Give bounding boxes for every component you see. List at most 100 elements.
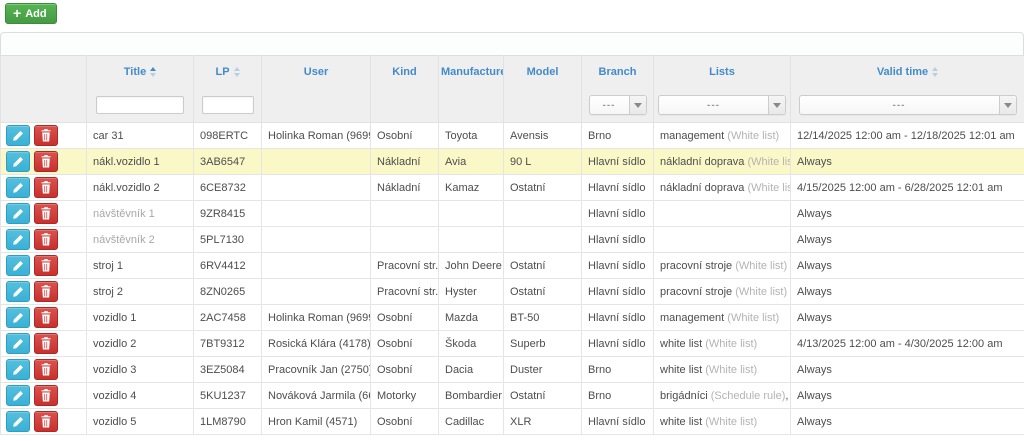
- cell-lp: 1LM8790: [194, 409, 262, 435]
- table-row[interactable]: návštěvník 25PL7130Hlavní sídloAlways: [1, 227, 1024, 253]
- edit-button[interactable]: [6, 307, 30, 328]
- column-label-lp: LP: [215, 66, 229, 78]
- cell-branch: Hlavní sídlo: [582, 409, 654, 435]
- cell-kind: Osobní: [371, 331, 439, 357]
- cell-lists: pracovní stroje (White list): [654, 253, 791, 279]
- cell-actions: [1, 227, 87, 253]
- table-toolbar: [0, 32, 1024, 55]
- cell-lp: 5KU1237: [194, 383, 262, 409]
- cell-kind: Osobní: [371, 357, 439, 383]
- cell-actions: [1, 305, 87, 331]
- delete-button[interactable]: [34, 385, 58, 406]
- cell-user: [262, 149, 371, 175]
- delete-button[interactable]: [34, 359, 58, 380]
- delete-button[interactable]: [34, 151, 58, 172]
- column-header-manufacturer: Manufacturer: [439, 56, 504, 89]
- branch-filter-select[interactable]: ---: [589, 95, 647, 115]
- delete-button[interactable]: [34, 203, 58, 224]
- trash-icon: [40, 155, 52, 168]
- cell-kind: Osobní: [371, 305, 439, 331]
- add-button[interactable]: + Add: [5, 3, 57, 24]
- edit-button[interactable]: [6, 177, 30, 198]
- table-row[interactable]: car 31098ERTCHolinka Roman (9699)OsobníT…: [1, 123, 1024, 149]
- pencil-icon: [12, 390, 24, 402]
- cell-valid_time: Always: [791, 279, 1024, 305]
- cell-manufacturer: Cadillac: [439, 409, 504, 435]
- cell-valid_time: Always: [791, 227, 1024, 253]
- cell-kind: [371, 201, 439, 227]
- table-row[interactable]: vozidlo 45KU1237Nováková Jarmila (66...M…: [1, 383, 1024, 409]
- delete-button[interactable]: [34, 411, 58, 432]
- cell-valid_time: Always: [791, 383, 1024, 409]
- cell-valid_time: Always: [791, 149, 1024, 175]
- delete-button[interactable]: [34, 281, 58, 302]
- delete-button[interactable]: [34, 177, 58, 198]
- cell-kind: Nákladní: [371, 149, 439, 175]
- delete-button[interactable]: [34, 125, 58, 146]
- cell-kind: Motorky: [371, 383, 439, 409]
- delete-button[interactable]: [34, 229, 58, 250]
- table-row[interactable]: vozidlo 51LM8790Hron Kamil (4571)OsobníC…: [1, 409, 1024, 435]
- title-filter-input[interactable]: [96, 96, 184, 114]
- edit-button[interactable]: [6, 333, 30, 354]
- cell-actions: [1, 175, 87, 201]
- cell-user: Holinka Roman (9699): [262, 305, 371, 331]
- delete-button[interactable]: [34, 255, 58, 276]
- cell-branch: Hlavní sídlo: [582, 279, 654, 305]
- cell-branch: Hlavní sídlo: [582, 253, 654, 279]
- column-header-valid_time[interactable]: Valid time: [791, 56, 1024, 89]
- list-name: brigádníci: [660, 390, 708, 402]
- table-row[interactable]: nákl.vozidlo 26CE8732NákladníKamazOstatn…: [1, 175, 1024, 201]
- vehicles-table: TitleLPUserKindManufacturerModelBranchLi…: [0, 55, 1024, 435]
- edit-button[interactable]: [6, 411, 30, 432]
- pencil-icon: [12, 416, 24, 428]
- delete-button[interactable]: [34, 333, 58, 354]
- cell-title: návštěvník 1: [87, 201, 194, 227]
- trash-icon: [40, 389, 52, 402]
- lists-filter-select[interactable]: ---: [658, 95, 786, 115]
- filter-cell-user: [262, 89, 371, 123]
- trash-icon: [40, 233, 52, 246]
- cell-model: XLR: [504, 409, 582, 435]
- valid_time-filter-select[interactable]: ---: [799, 95, 1017, 115]
- edit-button[interactable]: [6, 359, 30, 380]
- edit-button[interactable]: [6, 151, 30, 172]
- table-row[interactable]: návštěvník 19ZR8415Hlavní sídloAlways: [1, 201, 1024, 227]
- edit-button[interactable]: [6, 125, 30, 146]
- table-row[interactable]: stroj 16RV4412Pracovní str...John DeereO…: [1, 253, 1024, 279]
- edit-button[interactable]: [6, 203, 30, 224]
- sort-icon-valid_time: [932, 67, 938, 77]
- cell-user: Holinka Roman (9699): [262, 123, 371, 149]
- cell-manufacturer: John Deere: [439, 253, 504, 279]
- edit-button[interactable]: [6, 281, 30, 302]
- delete-button[interactable]: [34, 307, 58, 328]
- cell-lp: 3EZ5084: [194, 357, 262, 383]
- list-name: nákladní doprava: [660, 182, 744, 194]
- list-type-label: (White list): [744, 156, 790, 168]
- cell-branch: Hlavní sídlo: [582, 331, 654, 357]
- cell-title: vozidlo 1: [87, 305, 194, 331]
- table-row[interactable]: vozidlo 12AC7458Holinka Roman (9699)Osob…: [1, 305, 1024, 331]
- edit-button[interactable]: [6, 255, 30, 276]
- table-row[interactable]: stroj 28ZN0265Pracovní str...HysterOstat…: [1, 279, 1024, 305]
- cell-actions: [1, 331, 87, 357]
- cell-branch: Hlavní sídlo: [582, 149, 654, 175]
- cell-actions: [1, 383, 87, 409]
- column-header-kind: Kind: [371, 56, 439, 89]
- edit-button[interactable]: [6, 385, 30, 406]
- column-header-lp[interactable]: LP: [194, 56, 262, 89]
- cell-lists: brigádníci (Schedule rule), whit...: [654, 383, 791, 409]
- table-row[interactable]: vozidlo 33EZ5084Pracovník Jan (2750)Osob…: [1, 357, 1024, 383]
- pencil-icon: [12, 182, 24, 194]
- cell-title: stroj 1: [87, 253, 194, 279]
- table-row[interactable]: vozidlo 27BT9312Rosická Klára (4178)Osob…: [1, 331, 1024, 357]
- table-row[interactable]: nákl.vozidlo 13AB6547NákladníAvia90 LHla…: [1, 149, 1024, 175]
- cell-branch: Hlavní sídlo: [582, 227, 654, 253]
- cell-valid_time: Always: [791, 357, 1024, 383]
- list-name: , whit...: [785, 390, 790, 402]
- list-type-label: (White list): [732, 260, 787, 272]
- column-header-title[interactable]: Title: [87, 56, 194, 89]
- cell-manufacturer: Dacia: [439, 357, 504, 383]
- edit-button[interactable]: [6, 229, 30, 250]
- lp-filter-input[interactable]: [202, 96, 254, 114]
